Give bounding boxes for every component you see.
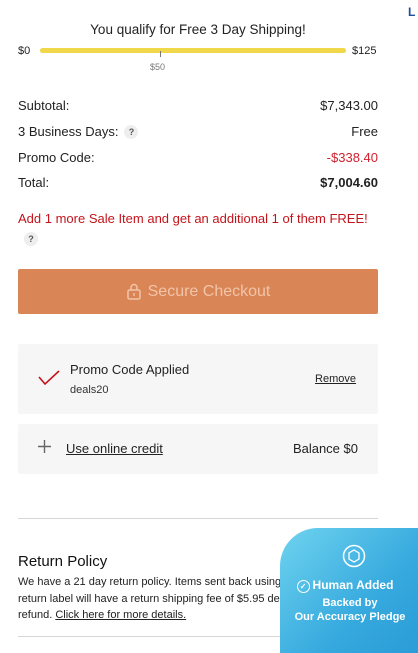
delivery-row: 3 Business Days:? xyxy=(18,124,139,139)
use-online-credit-link[interactable]: Use online credit xyxy=(66,441,163,456)
delivery-value: Free xyxy=(351,124,378,139)
shipping-mid-tick xyxy=(160,51,161,57)
delivery-label: 3 Business Days: xyxy=(18,124,119,139)
subtotal-value: $7,343.00 xyxy=(320,98,378,113)
badge-line-1-text: Human Added xyxy=(312,578,394,592)
lock-icon xyxy=(126,283,141,300)
shield-icon xyxy=(342,544,366,568)
badge-line-3-text: Our Accuracy Pledge xyxy=(294,611,406,623)
edge-letter: L xyxy=(408,5,416,19)
shipping-progress-fill xyxy=(40,48,346,53)
shipping-qualify-message: You qualify for Free 3 Day Shipping! xyxy=(90,22,306,37)
shipping-mid-label: $50 xyxy=(150,62,166,72)
credit-balance: Balance $0 xyxy=(292,441,358,456)
return-policy-title: Return Policy xyxy=(18,553,108,570)
promo-code-value: -$338.40 xyxy=(326,150,378,165)
online-credit-card: Use online credit Balance $0 xyxy=(18,424,378,474)
total-label: Total: xyxy=(18,175,50,190)
sale-message-text: Add 1 more Sale Item and get an addition… xyxy=(18,211,368,226)
promo-code-name: deals20 xyxy=(70,384,109,396)
accuracy-pledge-badge[interactable]: ✓ Human Added Backed by Our Accuracy Pled… xyxy=(280,528,418,653)
badge-line-1: ✓ Human Added xyxy=(280,578,410,593)
delivery-help-icon[interactable]: ? xyxy=(124,125,139,139)
return-details-link[interactable]: Click here for more details. xyxy=(55,609,186,621)
secure-checkout-button[interactable]: Secure Checkout xyxy=(18,269,378,314)
plus-icon[interactable] xyxy=(38,440,51,453)
shipping-min-label: $0 xyxy=(18,45,31,57)
shipping-progress-bar xyxy=(40,48,346,53)
subtotal-label: Subtotal: xyxy=(18,98,70,113)
shipping-max-label: $125 xyxy=(352,45,377,57)
promo-code-label: Promo Code: xyxy=(18,150,95,165)
promo-applied-title: Promo Code Applied xyxy=(70,362,190,377)
badge-line-2: Backed by Our Accuracy Pledge xyxy=(280,596,418,624)
remove-promo-link[interactable]: Remove xyxy=(315,373,356,385)
secure-checkout-label: Secure Checkout xyxy=(147,282,271,300)
sale-help-icon[interactable]: ? xyxy=(24,232,38,246)
total-value: $7,004.60 xyxy=(320,175,378,190)
section-divider xyxy=(18,518,378,519)
promo-applied-card: Promo Code Applied deals20 Remove xyxy=(18,344,378,414)
badge-line-2-text: Backed by xyxy=(322,597,378,609)
check-icon xyxy=(38,370,60,386)
sale-message: Add 1 more Sale Item and get an addition… xyxy=(18,209,368,249)
